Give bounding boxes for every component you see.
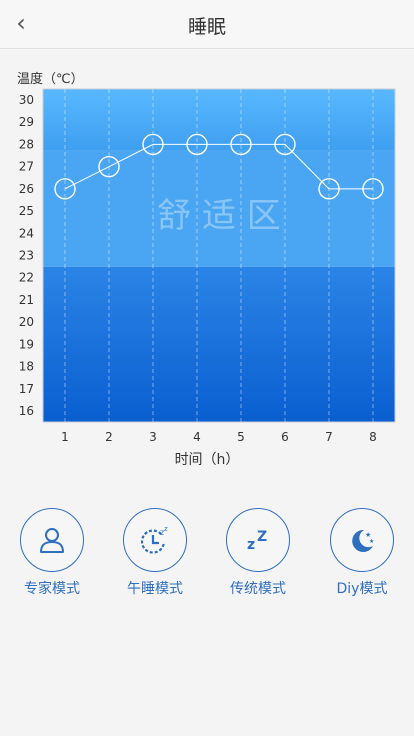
y-tick-label: 30 bbox=[19, 93, 34, 107]
y-tick-label: 28 bbox=[19, 137, 34, 151]
zz-icon: z Z bbox=[247, 529, 267, 553]
diy-mode-button[interactable]: ★ ★ Diy模式 bbox=[322, 508, 402, 598]
x-tick-label: 5 bbox=[237, 430, 245, 444]
mode-label: 午睡模式 bbox=[127, 581, 183, 597]
traditional-mode-button[interactable]: z Z 传统模式 bbox=[218, 508, 298, 598]
mode-selector: 专家模式 z z 午睡模式 z Z 传统模式 ★ ★ Diy模式 bbox=[0, 508, 414, 608]
y-tick-label: 16 bbox=[19, 404, 34, 418]
x-tick-label: 4 bbox=[193, 430, 201, 444]
person-icon bbox=[40, 528, 64, 553]
y-tick-label: 20 bbox=[19, 315, 34, 329]
x-axis-title: 时间（h） bbox=[174, 452, 240, 468]
x-tick-label: 2 bbox=[105, 430, 113, 444]
svg-text:★: ★ bbox=[369, 538, 374, 545]
y-tick-label: 19 bbox=[19, 337, 34, 351]
plot-area-lower bbox=[43, 266, 395, 422]
comfort-zone-watermark: 舒 适 区 bbox=[157, 196, 281, 236]
y-tick-label: 22 bbox=[19, 271, 34, 285]
temperature-chart: 302928272625242322212019181716 12345678 … bbox=[19, 88, 396, 444]
mode-label: 传统模式 bbox=[230, 581, 286, 597]
svg-text:z: z bbox=[164, 525, 168, 533]
svg-text:z: z bbox=[247, 537, 255, 553]
clock-sleep-icon: z z bbox=[140, 525, 168, 554]
y-tick-label: 25 bbox=[19, 204, 34, 218]
nap-mode-button[interactable]: z z 午睡模式 bbox=[115, 508, 195, 598]
y-tick-label: 24 bbox=[19, 226, 34, 240]
mode-label: Diy模式 bbox=[336, 581, 388, 597]
x-tick-label: 8 bbox=[369, 430, 377, 444]
mode-label: 专家模式 bbox=[24, 581, 80, 597]
y-tick-label: 23 bbox=[19, 249, 34, 263]
y-tick-label: 27 bbox=[19, 160, 34, 174]
plot-area-upper bbox=[43, 89, 395, 151]
y-tick-label: 17 bbox=[19, 382, 34, 396]
y-tick-label: 21 bbox=[19, 293, 34, 307]
y-tick-label: 18 bbox=[19, 360, 34, 374]
x-tick-label: 7 bbox=[325, 430, 333, 444]
y-tick-label: 29 bbox=[19, 115, 34, 129]
moon-stars-icon: ★ ★ bbox=[352, 529, 374, 552]
expert-mode-button[interactable]: 专家模式 bbox=[12, 508, 92, 598]
x-tick-label: 6 bbox=[281, 430, 289, 444]
x-tick-label: 1 bbox=[61, 430, 69, 444]
x-tick-label: 3 bbox=[149, 430, 157, 444]
y-tick-label: 26 bbox=[19, 182, 34, 196]
svg-text:Z: Z bbox=[257, 529, 267, 545]
